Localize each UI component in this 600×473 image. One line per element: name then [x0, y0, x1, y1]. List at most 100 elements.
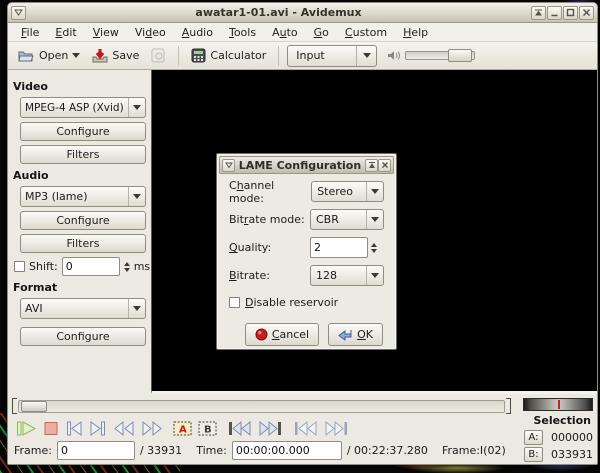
format-configure-button[interactable]: Configure — [20, 327, 146, 346]
spin-down-icon[interactable] — [371, 249, 377, 253]
dialog-titlebar[interactable]: LAME Configuration — [219, 156, 394, 174]
spin-down-icon[interactable] — [124, 268, 130, 272]
volume-slider[interactable] — [405, 51, 475, 60]
chevron-down-icon — [371, 217, 379, 222]
audio-section-label: Audio — [13, 169, 151, 182]
volume-slider-handle[interactable] — [448, 49, 472, 62]
previous-keyframe-button[interactable] — [227, 420, 252, 437]
frame-input[interactable] — [57, 441, 135, 460]
video-filters-button[interactable]: Filters — [20, 145, 146, 164]
shift-checkbox[interactable] — [14, 261, 25, 272]
toolbar-separator — [278, 46, 279, 66]
shade-button[interactable] — [531, 6, 546, 20]
next-keyframe-button[interactable] — [258, 420, 283, 437]
dialog-title: LAME Configuration — [235, 159, 365, 172]
ok-button[interactable]: OK — [328, 323, 383, 346]
format-combo[interactable]: AVI — [20, 298, 146, 319]
quality-input[interactable] — [310, 237, 368, 258]
bitrate-arrow[interactable] — [366, 266, 383, 285]
playback-controls: A B — [10, 416, 513, 440]
window-menu-icon — [14, 8, 23, 17]
menu-auto[interactable]: Auto — [265, 24, 305, 41]
disable-reservoir-checkbox[interactable] — [229, 297, 240, 308]
next-frame-button[interactable] — [89, 420, 107, 437]
menu-tools[interactable]: Tools — [222, 24, 263, 41]
audio-codec-combo[interactable]: MP3 (lame) — [20, 186, 146, 207]
menu-help[interactable]: Help — [396, 24, 435, 41]
format-section-label: Format — [13, 281, 151, 294]
spin-up-icon[interactable] — [124, 262, 130, 266]
video-codec-combo[interactable]: MPEG-4 ASP (Xvid) — [20, 97, 146, 118]
menu-file[interactable]: File — [14, 24, 46, 41]
audio-codec-arrow[interactable] — [128, 187, 145, 206]
titlebar[interactable]: awatar1-01.avi - Avidemux — [8, 3, 597, 23]
goto-selection-start-button[interactable] — [293, 420, 318, 437]
menu-go[interactable]: Go — [307, 24, 336, 41]
open-folder-icon — [18, 49, 35, 63]
chevron-down-icon — [371, 189, 379, 194]
seek-slider[interactable] — [18, 400, 505, 413]
quality-spinner[interactable] — [371, 243, 377, 253]
selection-b-row: B: 033931 — [524, 447, 593, 462]
set-marker-b-button[interactable]: B — [198, 420, 217, 437]
input-selector-arrow[interactable] — [356, 46, 376, 66]
preview-icon — [151, 48, 166, 63]
frame-type: Frame:I(02) — [442, 444, 506, 457]
previous-frame-button[interactable] — [65, 420, 83, 437]
open-button[interactable]: Open — [14, 47, 84, 65]
minimize-icon — [550, 8, 559, 17]
disable-reservoir-label: Disable reservoir — [245, 296, 338, 309]
bitrate-combo[interactable]: 128 — [310, 265, 384, 286]
channel-mode-arrow[interactable] — [366, 182, 383, 201]
video-configure-button[interactable]: Configure — [20, 122, 146, 141]
format-arrow[interactable] — [128, 299, 145, 318]
seek-slider-handle[interactable] — [21, 401, 47, 412]
stop-button[interactable] — [43, 420, 59, 437]
bitrate-mode-arrow[interactable] — [366, 210, 383, 229]
open-dropdown-arrow-icon[interactable] — [72, 53, 80, 58]
calculator-button[interactable]: Calculator — [187, 46, 270, 65]
input-selector[interactable]: Input — [287, 45, 377, 67]
channel-mode-combo[interactable]: Stereo — [311, 181, 384, 202]
time-label: Time: — [196, 444, 227, 457]
dialog-window-menu-button[interactable] — [222, 159, 235, 172]
video-codec-arrow[interactable] — [128, 98, 145, 117]
play-icon — [16, 420, 37, 437]
minimize-button[interactable] — [547, 6, 562, 20]
menu-view[interactable]: View — [86, 24, 126, 41]
menu-custom[interactable]: Custom — [338, 24, 394, 41]
shuttle-control[interactable] — [523, 398, 593, 411]
quality-spinbox[interactable] — [310, 237, 384, 258]
shift-spinner[interactable] — [124, 262, 130, 272]
maximize-button[interactable] — [563, 6, 578, 20]
save-label: Save — [112, 49, 139, 62]
bitrate-mode-combo[interactable]: CBR — [310, 209, 384, 230]
maximize-icon — [566, 8, 575, 17]
bitrate-mode-label: Bitrate mode: — [229, 213, 305, 226]
forward-button[interactable] — [141, 420, 163, 437]
close-button[interactable] — [579, 6, 594, 20]
dialog-close-button[interactable] — [378, 159, 391, 172]
audio-configure-button[interactable]: Configure — [20, 211, 146, 230]
time-input[interactable] — [232, 441, 342, 460]
save-button[interactable]: Save — [88, 46, 143, 65]
cancel-button[interactable]: Cancel — [245, 323, 319, 346]
menu-edit[interactable]: Edit — [48, 24, 83, 41]
bitrate-label: Bitrate: — [229, 269, 270, 282]
play-button[interactable] — [16, 420, 37, 437]
dialog-shade-button[interactable] — [365, 159, 378, 172]
menu-audio[interactable]: Audio — [175, 24, 220, 41]
spin-up-icon[interactable] — [371, 243, 377, 247]
shift-input[interactable] — [62, 257, 120, 276]
window-menu-icon — [225, 161, 233, 169]
window-menu-button[interactable] — [11, 6, 26, 20]
svg-text:B: B — [204, 424, 212, 435]
channel-mode-label: Channel mode: — [229, 179, 311, 205]
audio-filters-button[interactable]: Filters — [20, 234, 146, 253]
set-marker-a-button[interactable]: A — [173, 420, 192, 437]
menu-video[interactable]: Video — [128, 24, 173, 41]
backward-button[interactable] — [113, 420, 135, 437]
next-keyframe-icon — [258, 420, 283, 437]
shift-row: Shift: ms — [14, 257, 151, 276]
goto-selection-end-button[interactable] — [324, 420, 349, 437]
